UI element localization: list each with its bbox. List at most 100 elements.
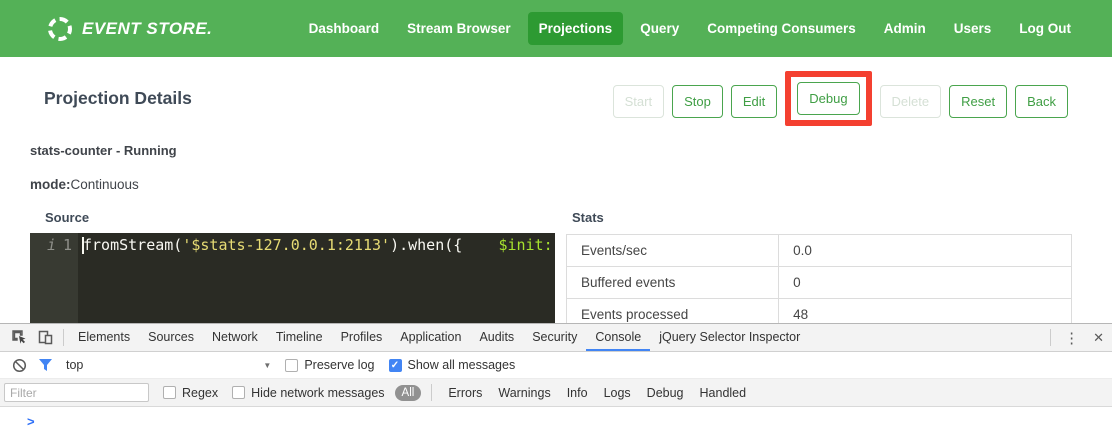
- stat-key: Buffered events: [567, 267, 779, 299]
- line-number: 1: [63, 236, 72, 254]
- source-code-editor[interactable]: i 1 fromStream('$stats-127.0.0.1:2113').…: [30, 233, 555, 323]
- devtools-panel: Elements Sources Network Timeline Profil…: [0, 323, 1112, 440]
- devtools-menu-icon[interactable]: ⋮: [1056, 329, 1087, 347]
- checkbox-checked-icon: ✓: [389, 359, 402, 372]
- table-row: Events/sec 0.0: [567, 235, 1072, 267]
- code-init-key: $init:: [498, 236, 552, 254]
- nav-item-projections[interactable]: Projections: [528, 12, 624, 45]
- back-button[interactable]: Back: [1015, 85, 1068, 118]
- table-row: Events processed 48: [567, 299, 1072, 324]
- code-plain: [553, 236, 555, 254]
- nav-item-competing-consumers[interactable]: Competing Consumers: [696, 12, 867, 45]
- mode-value: Continuous: [71, 177, 139, 192]
- console-prompt-icon: >: [27, 414, 35, 429]
- filter-level-errors[interactable]: Errors: [448, 386, 482, 400]
- eventstore-logo[interactable]: EVENT STORE.: [48, 17, 212, 41]
- nav-item-query[interactable]: Query: [629, 12, 690, 45]
- filter-level-debug[interactable]: Debug: [647, 386, 684, 400]
- debug-highlight-annotation: Debug: [785, 71, 871, 126]
- tab-elements[interactable]: Elements: [69, 324, 139, 351]
- tab-security[interactable]: Security: [523, 324, 586, 351]
- content-columns: Source i 1 fromStream('$stats-127.0.0.1:…: [0, 210, 1112, 323]
- edit-button[interactable]: Edit: [731, 85, 777, 118]
- filter-input[interactable]: [4, 383, 149, 402]
- filter-level-handled[interactable]: Handled: [700, 386, 747, 400]
- checkbox-unchecked-icon: [232, 386, 245, 399]
- tab-audits[interactable]: Audits: [470, 324, 523, 351]
- hide-network-messages-label: Hide network messages: [251, 386, 384, 400]
- tab-network[interactable]: Network: [203, 324, 267, 351]
- brand-text: EVENT STORE.: [82, 19, 212, 39]
- nav-item-logout[interactable]: Log Out: [1008, 12, 1082, 45]
- tab-jquery-selector-inspector[interactable]: jQuery Selector Inspector: [650, 324, 809, 351]
- projection-action-buttons: Start Stop Edit Debug Delete Reset Back: [605, 79, 1068, 123]
- filter-level-warnings[interactable]: Warnings: [498, 386, 550, 400]
- code-plain: ).when({: [390, 236, 498, 254]
- debug-button[interactable]: Debug: [797, 82, 859, 115]
- console-filter-bar: Regex Hide network messages All Errors W…: [0, 379, 1112, 407]
- stop-button[interactable]: Stop: [672, 85, 723, 118]
- stat-value: 0: [779, 267, 1072, 299]
- filter-divider: [431, 384, 432, 401]
- filter-level-logs[interactable]: Logs: [604, 386, 631, 400]
- start-button[interactable]: Start: [613, 85, 664, 118]
- tab-sources[interactable]: Sources: [139, 324, 203, 351]
- filter-all-badge[interactable]: All: [395, 385, 422, 401]
- filter-level-info[interactable]: Info: [567, 386, 588, 400]
- tab-application[interactable]: Application: [391, 324, 470, 351]
- code-string: '$stats-127.0.0.1:2113': [182, 236, 390, 254]
- editor-code-area[interactable]: fromStream('$stats-127.0.0.1:2113').when…: [78, 233, 555, 323]
- top-navbar: EVENT STORE. Dashboard Stream Browser Pr…: [0, 0, 1112, 57]
- stat-key: Events/sec: [567, 235, 779, 267]
- stat-value: 0.0: [779, 235, 1072, 267]
- filter-funnel-icon[interactable]: [32, 354, 58, 376]
- show-all-messages-label: Show all messages: [408, 358, 516, 372]
- regex-label: Regex: [182, 386, 218, 400]
- nav-item-users[interactable]: Users: [943, 12, 1003, 45]
- tab-profiles[interactable]: Profiles: [332, 324, 392, 351]
- hide-network-messages-checkbox[interactable]: Hide network messages: [232, 386, 384, 400]
- console-toolbar: top ▼ Preserve log ✓ Show all messages: [0, 352, 1112, 379]
- show-all-messages-checkbox[interactable]: ✓ Show all messages: [389, 358, 516, 372]
- nav-item-dashboard[interactable]: Dashboard: [298, 12, 391, 45]
- clear-console-icon[interactable]: [6, 354, 32, 376]
- checkbox-unchecked-icon: [163, 386, 176, 399]
- inspect-element-icon[interactable]: [6, 327, 32, 349]
- preserve-log-checkbox[interactable]: Preserve log: [285, 358, 374, 372]
- editor-gutter: i 1: [30, 233, 78, 323]
- stats-table: Events/sec 0.0 Buffered events 0 Events …: [566, 234, 1072, 323]
- devtools-tabbar: Elements Sources Network Timeline Profil…: [0, 324, 1112, 352]
- source-heading: Source: [45, 210, 555, 225]
- checkbox-unchecked-icon: [285, 359, 298, 372]
- reset-button[interactable]: Reset: [949, 85, 1007, 118]
- console-output-area[interactable]: >: [0, 407, 1112, 440]
- delete-button[interactable]: Delete: [880, 85, 942, 118]
- gutter-annotation-icon: i: [47, 236, 56, 254]
- devtools-close-icon[interactable]: ✕: [1087, 330, 1106, 346]
- context-label: top: [66, 358, 83, 372]
- page-title: Projection Details: [44, 88, 192, 109]
- projection-status-line: stats-counter - Running: [30, 143, 1112, 158]
- toolbar-divider: [63, 329, 64, 346]
- page-header: Projection Details Start Stop Edit Debug…: [0, 57, 1112, 123]
- text-cursor: [82, 237, 84, 254]
- stat-key: Events processed: [567, 299, 779, 324]
- code-plain: fromStream(: [83, 236, 182, 254]
- preserve-log-label: Preserve log: [304, 358, 374, 372]
- stats-heading: Stats: [572, 210, 1072, 225]
- tab-console[interactable]: Console: [586, 324, 650, 351]
- nav-item-admin[interactable]: Admin: [873, 12, 937, 45]
- code-line-1: fromStream('$stats-127.0.0.1:2113').when…: [83, 236, 555, 254]
- mode-label: mode:: [30, 177, 71, 192]
- nav-menu: Dashboard Stream Browser Projections Que…: [298, 12, 1082, 45]
- table-row: Buffered events 0: [567, 267, 1072, 299]
- tab-timeline[interactable]: Timeline: [267, 324, 332, 351]
- stat-value: 48: [779, 299, 1072, 324]
- execution-context-selector[interactable]: top ▼: [58, 358, 271, 372]
- projection-details-page: Projection Details Start Stop Edit Debug…: [0, 57, 1112, 323]
- projection-mode-line: mode:Continuous: [30, 177, 1112, 192]
- source-section: Source i 1 fromStream('$stats-127.0.0.1:…: [30, 210, 555, 323]
- nav-item-stream-browser[interactable]: Stream Browser: [396, 12, 522, 45]
- regex-checkbox[interactable]: Regex: [163, 386, 218, 400]
- device-toolbar-icon[interactable]: [32, 327, 58, 349]
